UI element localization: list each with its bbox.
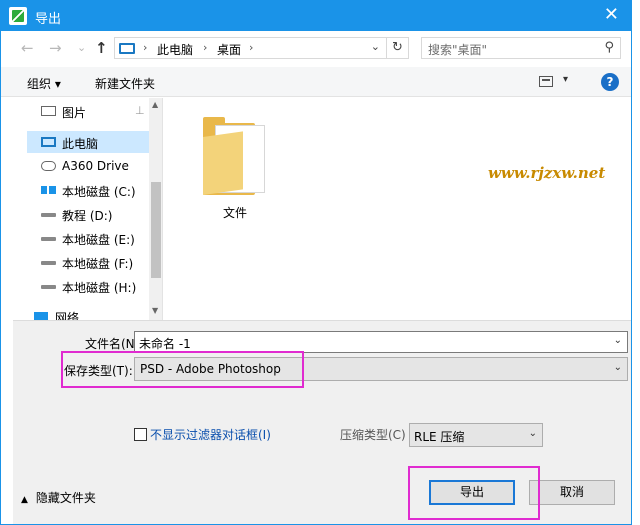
filename-value: 未命名 -1 [139, 337, 191, 351]
search-input[interactable]: 搜索"桌面" ⚲ [421, 37, 621, 59]
windows-drive-icon [41, 186, 56, 194]
organize-menu-button[interactable]: 组织 ▾ [27, 75, 61, 92]
sidebar-item-drive-e[interactable]: 本地磁盘 (E:) [27, 227, 149, 249]
filename-field[interactable]: 未命名 -1 ⌄ [134, 331, 628, 353]
coreldraw-app-icon [9, 7, 27, 25]
sidebar-item-network[interactable]: 网络 [27, 309, 147, 320]
chevron-down-icon[interactable]: ⌄ [614, 335, 622, 346]
no-filter-dialog-label[interactable]: 不显示过滤器对话框(I) [150, 426, 271, 443]
chevron-down-icon[interactable]: ⌄ [529, 428, 537, 439]
up-arrow-icon[interactable]: ↑ [95, 39, 108, 57]
scroll-up-icon[interactable]: ▲ [152, 100, 158, 109]
sidebar-item-pictures[interactable]: 图片 ⊥ [27, 100, 149, 122]
compression-type-value: RLE 压缩 [414, 430, 465, 444]
sidebar-item-label: 图片 [62, 106, 87, 120]
refresh-icon[interactable]: ↻ [386, 38, 408, 58]
breadcrumb-separator-icon[interactable]: › [249, 41, 253, 54]
compression-type-label: 压缩类型(C) [340, 428, 406, 442]
sidebar-item-label: 本地磁盘 (C:) [62, 185, 136, 199]
this-pc-icon [41, 137, 56, 147]
back-arrow-icon[interactable]: ← [21, 39, 34, 57]
hide-folders-toggle[interactable]: ▲ 隐藏文件夹 [21, 489, 96, 506]
window-title: 导出 [35, 12, 62, 27]
search-icon[interactable]: ⚲ [604, 40, 614, 55]
drive-icon [41, 285, 56, 289]
network-icon [34, 312, 48, 320]
command-toolbar: 组织 ▾ 新建文件夹 ▾ ? [1, 67, 631, 97]
sidebar-item-label: 教程 (D:) [62, 209, 113, 223]
sidebar-item-label: 本地磁盘 (E:) [62, 233, 135, 247]
address-bar[interactable]: › 此电脑 › 桌面 › ⌄ ↻ [114, 37, 409, 59]
change-view-icon[interactable] [539, 76, 553, 87]
title-bar: 导出 ✕ [1, 1, 631, 31]
forward-arrow-icon[interactable]: → [49, 39, 62, 57]
sidebar-item-label: 本地磁盘 (H:) [62, 281, 137, 295]
compression-type-select[interactable]: RLE 压缩 ⌄ [409, 423, 543, 447]
drive-icon [41, 261, 56, 265]
navigation-pane-scrollbar[interactable]: ▲ ▼ [149, 98, 162, 320]
address-dropdown-chevron-icon[interactable]: ⌄ [371, 40, 380, 53]
pictures-icon [41, 106, 56, 116]
scroll-down-icon[interactable]: ▼ [152, 306, 158, 315]
navigation-pane: 图片 ⊥ 此电脑 A360 Drive 本地磁盘 (C:) 教程 (D:) 本地… [27, 98, 163, 320]
sidebar-item-a360-drive[interactable]: A360 Drive [27, 155, 149, 177]
sidebar-item-drive-h[interactable]: 本地磁盘 (H:) [27, 275, 149, 297]
folder-name-label[interactable]: 文件 [223, 204, 247, 221]
cloud-drive-icon [41, 161, 56, 171]
breadcrumb-this-pc[interactable]: 此电脑 [157, 41, 193, 58]
watermark-text: www.rjzxw.net [488, 164, 606, 182]
hide-folders-label: 隐藏文件夹 [35, 491, 96, 505]
sidebar-item-label: A360 Drive [62, 159, 129, 173]
breadcrumb-desktop[interactable]: 桌面 [217, 41, 241, 58]
cancel-button[interactable]: 取消 [529, 480, 615, 505]
view-options-chevron-icon[interactable]: ▾ [563, 74, 568, 85]
sidebar-item-this-pc[interactable]: 此电脑 [27, 131, 149, 153]
chevron-down-icon[interactable]: ⌄ [614, 362, 622, 373]
export-dialog: 导出 ✕ ← → ⌄ ↑ › 此电脑 › 桌面 › ⌄ ↻ 搜索"桌面" ⚲ 组… [0, 0, 632, 525]
recent-locations-chevron-icon[interactable]: ⌄ [77, 39, 86, 57]
breadcrumb-separator-icon[interactable]: › [143, 41, 147, 54]
sidebar-item-label: 本地磁盘 (F:) [62, 257, 134, 271]
sidebar-item-drive-d[interactable]: 教程 (D:) [27, 203, 149, 225]
close-icon[interactable]: ✕ [604, 5, 619, 25]
drive-icon [41, 213, 56, 217]
search-placeholder: 搜索"桌面" [428, 43, 488, 57]
sidebar-item-drive-c[interactable]: 本地磁盘 (C:) [27, 179, 149, 201]
file-type-highlight-box [61, 351, 304, 388]
drive-icon [41, 237, 56, 241]
sidebar-item-label: 此电脑 [62, 137, 99, 151]
help-icon[interactable]: ? [601, 73, 619, 91]
folder-front-shape [203, 131, 243, 195]
export-highlight-box [408, 466, 540, 520]
no-filter-dialog-checkbox[interactable] [134, 428, 147, 441]
sidebar-item-drive-f[interactable]: 本地磁盘 (F:) [27, 251, 149, 273]
scrollbar-thumb[interactable] [151, 182, 161, 278]
navigation-bar: ← → ⌄ ↑ › 此电脑 › 桌面 › ⌄ ↻ 搜索"桌面" ⚲ [1, 33, 631, 63]
breadcrumb-separator-icon[interactable]: › [203, 41, 207, 54]
chevron-up-icon: ▲ [21, 495, 28, 505]
sidebar-item-label: 网络 [55, 311, 80, 320]
pin-icon[interactable]: ⊥ [135, 104, 145, 117]
folder-icon[interactable] [201, 115, 269, 197]
new-folder-button[interactable]: 新建文件夹 [95, 75, 155, 92]
this-pc-icon [119, 43, 135, 54]
